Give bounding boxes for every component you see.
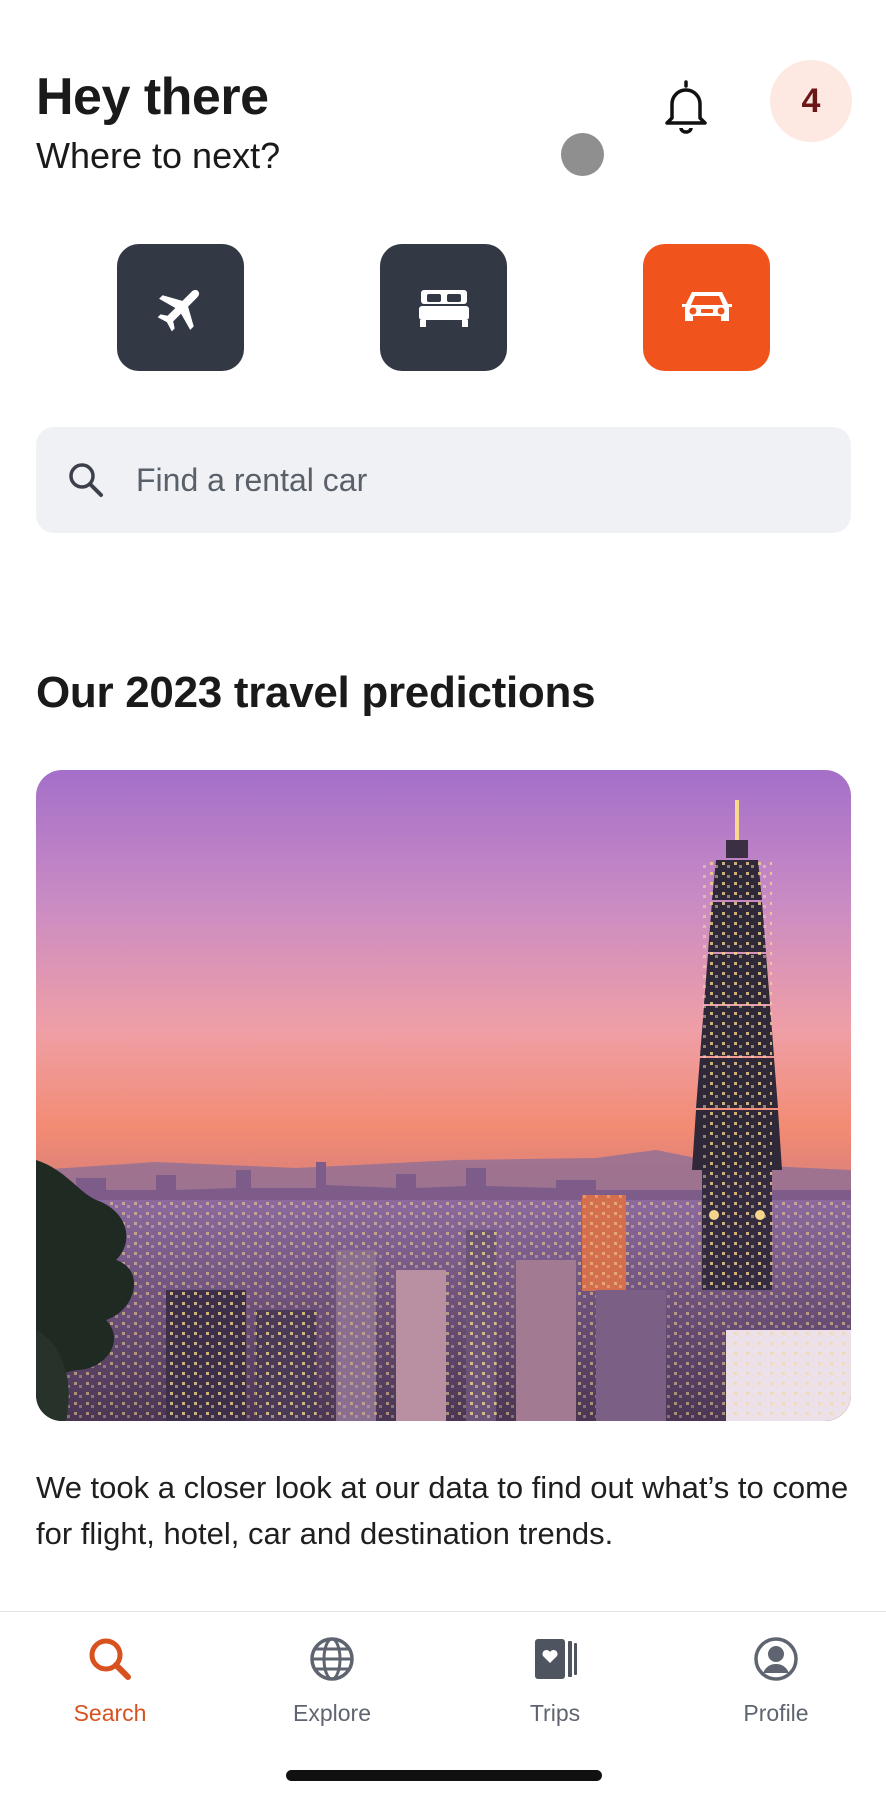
header: Hey there Where to next?	[36, 62, 280, 180]
tab-explore-label: Explore	[293, 1700, 371, 1726]
home-indicator	[286, 1770, 602, 1781]
tab-explore[interactable]: Explore	[252, 1632, 412, 1727]
tab-profile-label: Profile	[743, 1700, 809, 1726]
trips-icon	[528, 1632, 582, 1686]
bed-icon	[418, 289, 469, 327]
tab-search-label: Search	[73, 1700, 147, 1726]
notifications-button[interactable]	[656, 74, 716, 138]
feature-description: We took a closer look at our data to fin…	[36, 1470, 849, 1551]
section-title: Our 2023 travel predictions	[36, 668, 596, 717]
tab-trips-label: Trips	[529, 1700, 581, 1726]
touch-indicator	[561, 133, 604, 176]
search-icon	[83, 1632, 137, 1686]
search-input[interactable]	[136, 461, 776, 499]
tab-profile[interactable]: Profile	[696, 1632, 856, 1727]
globe-icon	[305, 1632, 359, 1686]
greeting-title: Hey there	[36, 68, 269, 126]
airplane-icon	[157, 289, 199, 331]
search-icon	[69, 463, 103, 497]
feature-image[interactable]	[36, 770, 851, 1421]
car-icon	[681, 291, 732, 321]
avatar-badge[interactable]: 4	[770, 60, 852, 142]
bell-icon	[665, 80, 707, 134]
tab-search[interactable]: Search	[30, 1632, 190, 1727]
profile-icon	[749, 1632, 803, 1686]
flights-button[interactable]	[117, 244, 244, 371]
stays-button[interactable]	[380, 244, 507, 371]
greeting-subtitle: Where to next?	[36, 135, 281, 176]
tab-trips[interactable]: Trips	[475, 1632, 635, 1727]
cars-button[interactable]	[643, 244, 770, 371]
search-bar[interactable]	[36, 427, 851, 533]
